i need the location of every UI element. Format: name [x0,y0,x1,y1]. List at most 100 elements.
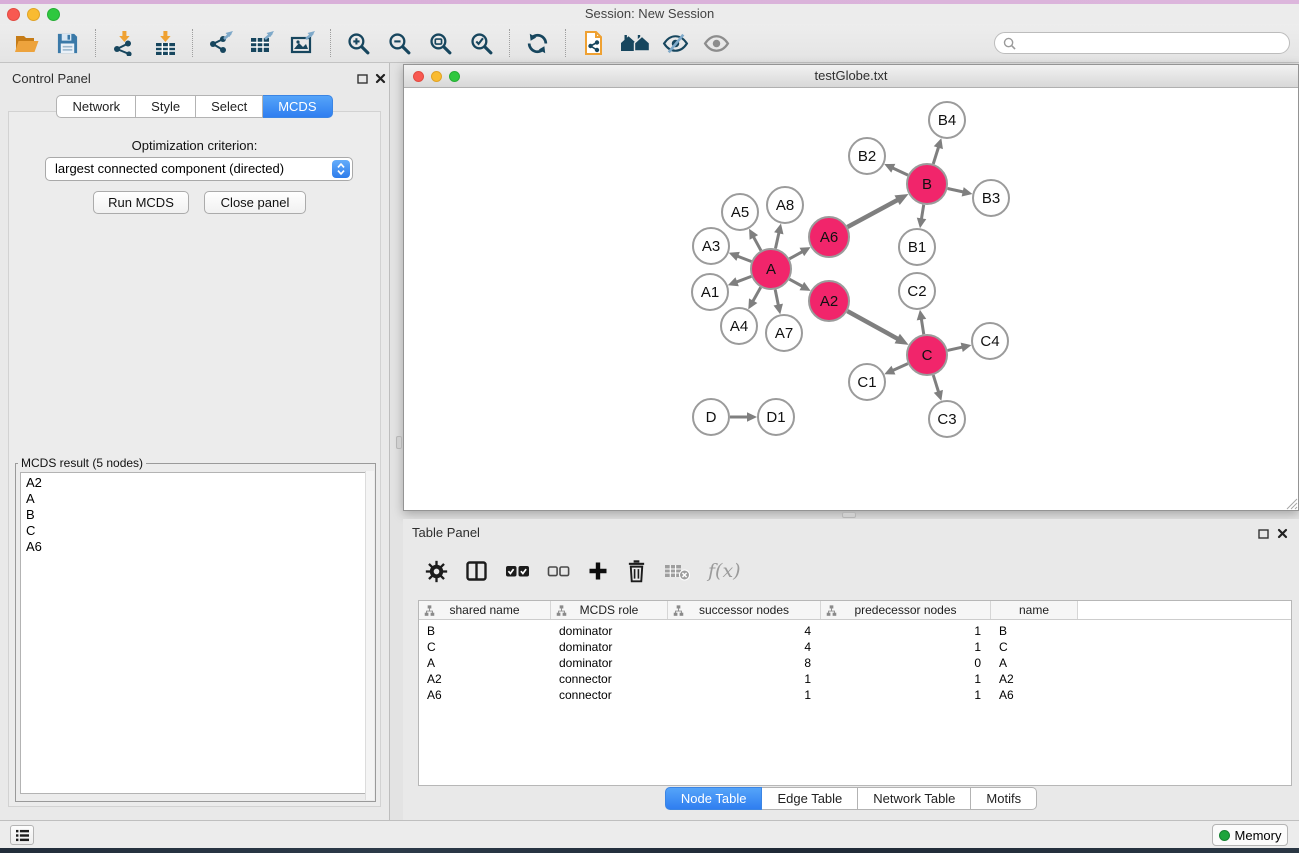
graph-node-label: C1 [857,374,876,391]
table-row[interactable]: Adominator80A [419,655,1291,671]
graph-edge-A2-C[interactable] [847,311,898,339]
status-bar: Memory [0,820,1299,848]
graph-edge-C-C4[interactable] [947,347,963,350]
result-item[interactable]: B [26,507,370,523]
select-all-button[interactable] [505,560,530,582]
refresh-button[interactable] [517,27,558,59]
graph-edge-A-A8[interactable] [775,232,779,249]
graph-edge-B-B3[interactable] [948,188,965,192]
float-panel-icon[interactable] [1258,526,1269,544]
search-field[interactable] [994,32,1290,54]
zoom-in-button[interactable] [338,27,379,59]
search-input[interactable] [1021,36,1281,51]
graph-edge-A-A7[interactable] [775,290,778,306]
column-header-name[interactable]: name [991,601,1078,619]
graph-edge-C-C2[interactable] [921,318,924,334]
column-header-successor-nodes[interactable]: successor nodes [668,601,821,619]
save-session-button[interactable] [47,27,88,59]
tab-style[interactable]: Style [136,95,196,118]
graph-edge-A-A3[interactable] [737,256,752,262]
result-scrollbar[interactable] [365,471,374,800]
tab-node-table[interactable]: Node Table [665,787,763,810]
close-panel-button[interactable]: Close panel [204,191,306,214]
run-mcds-button[interactable]: Run MCDS [93,191,189,214]
criterion-selected-value: largest connected component (directed) [55,158,284,180]
create-column-button[interactable] [587,560,609,582]
zoom-selected-button[interactable] [461,27,502,59]
float-panel-icon[interactable] [357,71,368,89]
graph-edge-A-A4[interactable] [752,287,760,302]
column-header-predecessor-nodes[interactable]: predecessor nodes [821,601,991,619]
result-item[interactable]: C [26,523,370,539]
close-panel-icon[interactable] [1277,526,1288,544]
split-divider-horizontal-grip[interactable] [842,512,856,518]
column-header-label: predecessor nodes [854,603,956,617]
dropdown-stepper-icon [332,160,350,178]
network-view-window: testGlobe.txt B4B2BB3A5A8A6B1A3AC2A1A2A4… [403,64,1299,511]
graph-edge-A-A6[interactable] [789,251,803,259]
function-builder-button[interactable]: f(x) [708,560,741,582]
deselect-all-button[interactable] [547,560,570,582]
graph-edge-A-A1[interactable] [736,276,752,282]
zoom-fit-button[interactable] [420,27,461,59]
gear-icon [425,560,448,583]
import-table-button[interactable] [144,27,185,59]
control-panel-title: Control Panel [12,71,91,86]
plus-icon [587,560,609,582]
graph-edge-A-A5[interactable] [753,236,761,250]
graph-edge-C-C1[interactable] [892,364,908,371]
export-network-button[interactable] [200,27,241,59]
result-item[interactable]: A6 [26,539,370,555]
result-item[interactable]: A [26,491,370,507]
column-header-shared-name[interactable]: shared name [419,601,551,619]
graph-edge-B-B4[interactable] [933,146,939,164]
search-icon [1003,37,1016,50]
memory-button[interactable]: Memory [1212,824,1288,846]
export-image-button[interactable] [282,27,323,59]
zoom-out-button[interactable] [379,27,420,59]
graph-edge-arrow [774,224,783,235]
table-row[interactable]: Bdominator41B [419,623,1291,639]
show-details-button[interactable] [696,27,737,59]
split-divider-vertical-grip[interactable] [396,436,402,449]
tab-network-table[interactable]: Network Table [858,787,971,810]
import-network-button[interactable] [103,27,144,59]
result-item[interactable]: A2 [26,475,370,491]
app-titlebar[interactable]: Session: New Session [0,4,1299,24]
table-cell: A6 [419,687,551,703]
delete-table-button[interactable] [664,561,691,581]
delete-column-button[interactable] [626,559,647,583]
home-networks-button[interactable] [614,27,655,59]
table-row[interactable]: A6connector11A6 [419,687,1291,703]
zoom-fit-icon [428,31,453,56]
table-settings-button[interactable] [425,560,448,583]
graph-edge-A6-B[interactable] [847,199,898,227]
tab-motifs[interactable]: Motifs [971,787,1037,810]
criterion-dropdown[interactable]: largest connected component (directed) [45,157,353,181]
graph-edge-C-C3[interactable] [933,375,939,393]
open-session-button[interactable] [6,27,47,59]
export-table-button[interactable] [241,27,282,59]
window-resize-grip[interactable] [1285,497,1298,510]
tab-edge-table[interactable]: Edge Table [762,787,858,810]
graph-edge-B-B1[interactable] [921,205,923,220]
tab-network[interactable]: Network [56,95,136,118]
graph-node-label: B1 [908,239,926,256]
table-panel: Table Panel f(x) shared nameMCDS rolesuc… [403,519,1299,820]
task-history-button[interactable] [10,825,34,845]
network-window-titlebar[interactable]: testGlobe.txt [404,65,1298,88]
network-graph: B4B2BB3A5A8A6B1A3AC2A1A2A4A7C4CC1C3DD1 [404,88,1298,510]
graph-edge-B-B2[interactable] [892,168,908,175]
hide-details-button[interactable] [655,27,696,59]
tab-select[interactable]: Select [196,95,263,118]
graph-edge-A-A2[interactable] [789,279,803,287]
graph-node-label: D1 [766,409,785,426]
column-header-mcds-role[interactable]: MCDS role [551,601,668,619]
show-columns-button[interactable] [465,560,488,582]
tab-mcds[interactable]: MCDS [263,95,332,118]
close-panel-icon[interactable] [375,71,386,89]
new-network-from-file-button[interactable] [573,27,614,59]
network-canvas[interactable]: B4B2BB3A5A8A6B1A3AC2A1A2A4A7C4CC1C3DD1 [404,88,1298,510]
table-row[interactable]: A2connector11A2 [419,671,1291,687]
table-row[interactable]: Cdominator41C [419,639,1291,655]
